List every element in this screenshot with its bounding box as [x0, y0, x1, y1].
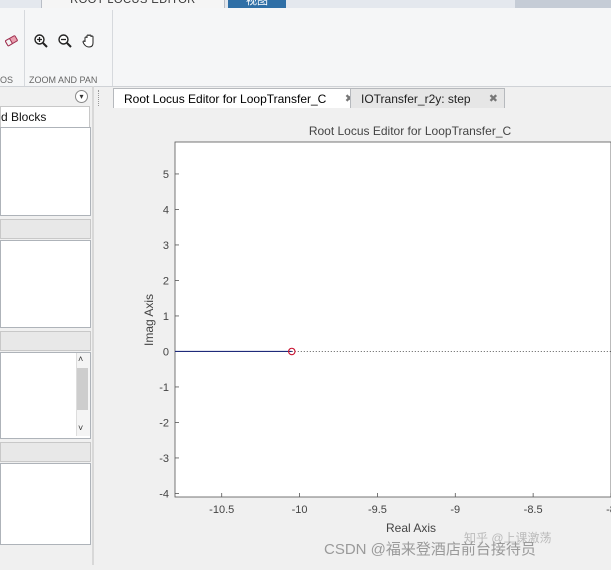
x-tick-label: -10.5: [209, 504, 234, 516]
ribbon-separator: [24, 10, 25, 86]
figure-area: Root Locus Editor for LoopTransfer_C -10…: [103, 108, 611, 565]
zoom-out-icon[interactable]: [57, 33, 73, 49]
x-tick-label: -8: [606, 504, 611, 516]
scroll-up-icon[interactable]: ˄: [78, 354, 83, 364]
y-tick-label: 5: [163, 169, 169, 181]
x-tick-label: -8.5: [524, 504, 543, 516]
close-icon[interactable]: ✖: [489, 89, 498, 109]
y-tick-label: 0: [163, 346, 169, 358]
y-tick-label: -4: [159, 488, 169, 500]
y-tick-label: -2: [159, 417, 169, 429]
y-tick-label: 4: [163, 204, 169, 216]
panel-menu-icon[interactable]: ▾: [75, 90, 88, 103]
blocks-list[interactable]: [0, 127, 91, 216]
zoom-in-icon[interactable]: [33, 33, 49, 49]
plot-area: [174, 141, 611, 498]
ribbon-separator: [112, 10, 113, 86]
list-box[interactable]: [0, 463, 91, 545]
x-tick-label: -10: [292, 504, 308, 516]
doc-tab-label: Root Locus Editor for LoopTransfer_C: [124, 92, 327, 106]
y-tick-label: 3: [163, 240, 169, 252]
x-tick-label: -9: [450, 504, 460, 516]
chart-title: Root Locus Editor for LoopTransfer_C: [309, 124, 512, 138]
watermark-csdn: CSDN @福来登酒店前台接待员: [324, 541, 536, 558]
section-header[interactable]: [0, 219, 91, 239]
y-tick-label: -1: [159, 382, 169, 394]
panel-splitter[interactable]: [92, 86, 94, 565]
doc-tab-root-locus[interactable]: Root Locus Editor for LoopTransfer_C ✖: [113, 88, 361, 109]
toolstrip-right-area: [515, 0, 611, 8]
x-tick-label: -9.5: [368, 504, 387, 516]
y-tick-label: -3: [159, 453, 169, 465]
root-locus-chart[interactable]: Root Locus Editor for LoopTransfer_C -10…: [103, 108, 611, 565]
blocks-header: d Blocks: [0, 106, 90, 128]
section-header[interactable]: [0, 442, 91, 462]
section-header[interactable]: [0, 331, 91, 351]
eraser-icon[interactable]: [3, 33, 19, 49]
section-label-zoom-and-pan: ZOOM AND PAN: [29, 75, 98, 85]
section-label-os: OS: [0, 75, 14, 85]
y-tick-label: 2: [163, 275, 169, 287]
scrollbar-thumb[interactable]: [77, 368, 88, 410]
y-tick-label: 1: [163, 311, 169, 323]
grip-handle[interactable]: [98, 90, 100, 106]
scroll-down-icon[interactable]: ˅: [78, 423, 83, 433]
tab-view[interactable]: 视图: [228, 0, 286, 8]
doc-tab-label: IOTransfer_r2y: step: [361, 92, 471, 106]
doc-tab-iotransfer[interactable]: IOTransfer_r2y: step ✖: [350, 88, 505, 109]
y-axis-label: Imag Axis: [142, 294, 156, 346]
pan-hand-icon[interactable]: [81, 33, 97, 49]
list-box[interactable]: [0, 240, 91, 328]
x-axis-label: Real Axis: [386, 521, 436, 535]
